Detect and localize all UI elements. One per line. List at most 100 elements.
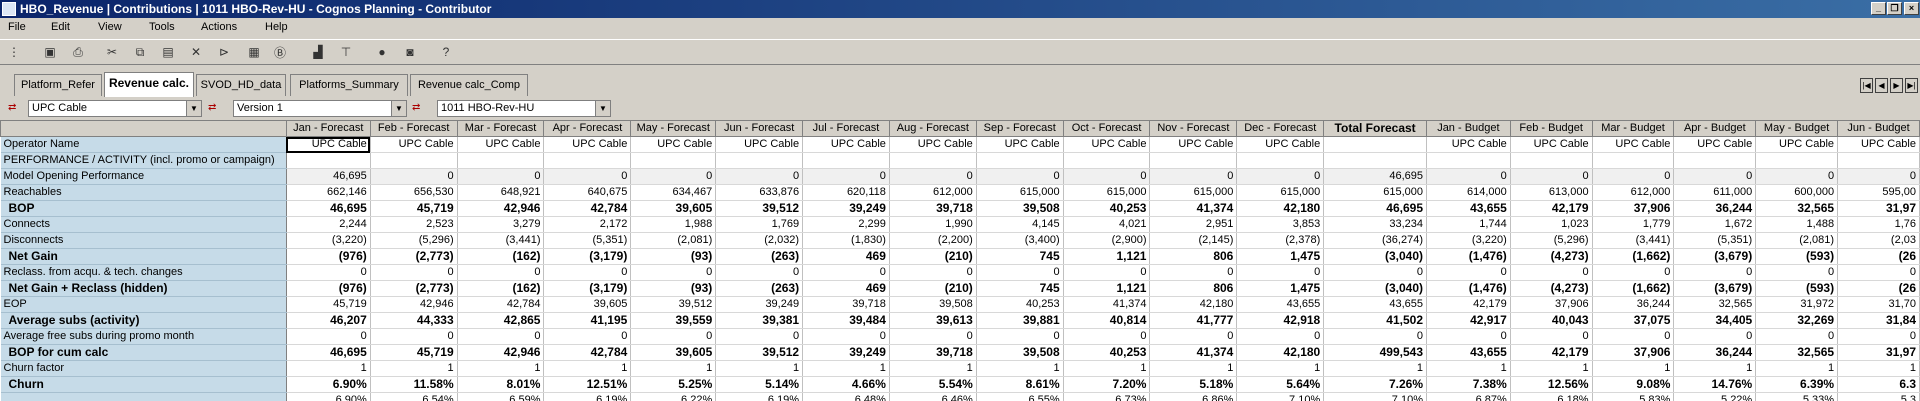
- data-cell[interactable]: 39,881: [976, 313, 1063, 329]
- data-cell[interactable]: 1: [631, 361, 716, 377]
- data-cell[interactable]: 0: [544, 329, 631, 345]
- column-header[interactable]: Mar - Budget: [1592, 121, 1674, 137]
- data-cell[interactable]: UPC Cable: [1838, 137, 1920, 153]
- data-cell[interactable]: UPC Cable: [370, 137, 457, 153]
- data-cell[interactable]: 648,921: [457, 185, 544, 201]
- data-cell[interactable]: (2,03: [1838, 233, 1920, 249]
- column-header[interactable]: Sep - Forecast: [976, 121, 1063, 137]
- data-cell[interactable]: 0: [1324, 329, 1427, 345]
- data-cell[interactable]: 39,718: [803, 297, 890, 313]
- data-cell[interactable]: (3,040): [1324, 249, 1427, 265]
- data-cell[interactable]: (162): [457, 249, 544, 265]
- data-cell[interactable]: 7.38%: [1427, 377, 1511, 393]
- data-cell[interactable]: 613,000: [1510, 185, 1592, 201]
- data-cell[interactable]: 806: [1150, 249, 1237, 265]
- data-cell[interactable]: 9.08%: [1592, 377, 1674, 393]
- data-cell[interactable]: (3,179): [544, 249, 631, 265]
- data-cell[interactable]: 33,234: [1324, 217, 1427, 233]
- data-cell[interactable]: 0: [1838, 169, 1920, 185]
- data-cell[interactable]: 1,990: [889, 217, 976, 233]
- data-cell[interactable]: 7.20%: [1063, 377, 1150, 393]
- data-cell[interactable]: 1,744: [1427, 217, 1511, 233]
- data-cell[interactable]: (3,040): [1324, 281, 1427, 297]
- data-cell[interactable]: 4.66%: [803, 377, 890, 393]
- data-cell[interactable]: UPC Cable: [716, 137, 803, 153]
- data-cell[interactable]: (3,179): [544, 281, 631, 297]
- column-header[interactable]: Nov - Forecast: [1150, 121, 1237, 137]
- column-header[interactable]: Total Forecast: [1324, 121, 1427, 137]
- save-icon[interactable]: ▣: [42, 44, 58, 60]
- data-cell[interactable]: 469: [803, 281, 890, 297]
- platform-select[interactable]: UPC Cable ▼: [28, 100, 202, 117]
- column-header[interactable]: Dec - Forecast: [1237, 121, 1324, 137]
- data-cell[interactable]: 0: [976, 329, 1063, 345]
- data-cell[interactable]: (263): [716, 281, 803, 297]
- data-cell[interactable]: (3,220): [286, 233, 370, 249]
- data-cell[interactable]: (2,081): [1756, 233, 1838, 249]
- data-cell[interactable]: 6.90%: [286, 377, 370, 393]
- column-header[interactable]: Apr - Forecast: [544, 121, 631, 137]
- data-cell[interactable]: 1,76: [1838, 217, 1920, 233]
- data-cell[interactable]: [1592, 153, 1674, 169]
- data-cell[interactable]: 0: [1674, 169, 1756, 185]
- data-cell[interactable]: 0: [976, 265, 1063, 281]
- tag-icon[interactable]: ⊳: [216, 44, 232, 60]
- data-cell[interactable]: 45,719: [286, 297, 370, 313]
- data-cell[interactable]: (2,900): [1063, 233, 1150, 249]
- data-cell[interactable]: (976): [286, 249, 370, 265]
- data-cell[interactable]: (36,274): [1324, 233, 1427, 249]
- restore-button[interactable]: ❐: [1887, 2, 1902, 15]
- data-cell[interactable]: 31,97: [1838, 201, 1920, 217]
- data-cell[interactable]: 43,655: [1427, 345, 1511, 361]
- data-cell[interactable]: (3,679): [1674, 249, 1756, 265]
- data-cell[interactable]: 39,512: [631, 297, 716, 313]
- data-cell[interactable]: 620,118: [803, 185, 890, 201]
- data-cell[interactable]: 14.76%: [1674, 377, 1756, 393]
- column-header[interactable]: Mar - Forecast: [457, 121, 544, 137]
- data-cell[interactable]: [1237, 153, 1324, 169]
- chevron-down-icon[interactable]: ▼: [186, 101, 201, 116]
- data-cell[interactable]: 39,559: [631, 313, 716, 329]
- data-cell[interactable]: 0: [716, 169, 803, 185]
- data-cell[interactable]: UPC Cable: [631, 137, 716, 153]
- column-header[interactable]: Apr - Budget: [1674, 121, 1756, 137]
- data-cell[interactable]: 1: [1324, 361, 1427, 377]
- data-cell[interactable]: 36,244: [1592, 297, 1674, 313]
- data-cell[interactable]: UPC Cable: [544, 137, 631, 153]
- data-cell[interactable]: UPC Cable: [1510, 137, 1592, 153]
- drag-handle-icon[interactable]: ⋮: [6, 44, 22, 60]
- data-cell[interactable]: (5,296): [370, 233, 457, 249]
- data-cell[interactable]: 3,853: [1237, 217, 1324, 233]
- data-cell[interactable]: 42,946: [457, 201, 544, 217]
- record-icon[interactable]: ●: [374, 44, 390, 60]
- data-cell[interactable]: (210): [889, 249, 976, 265]
- data-cell[interactable]: 0: [889, 265, 976, 281]
- menu-help[interactable]: Help: [265, 21, 288, 33]
- data-cell[interactable]: 745: [976, 249, 1063, 265]
- tab-svod-hd-data[interactable]: SVOD_HD_data: [196, 74, 286, 96]
- camera-icon[interactable]: ◙: [402, 44, 418, 60]
- data-cell[interactable]: 41,374: [1150, 201, 1237, 217]
- data-cell[interactable]: [1324, 153, 1427, 169]
- data-cell[interactable]: 42,784: [544, 345, 631, 361]
- data-cell[interactable]: (2,200): [889, 233, 976, 249]
- data-cell[interactable]: (162): [457, 281, 544, 297]
- data-cell[interactable]: 1: [1427, 361, 1511, 377]
- filter-icon[interactable]: ⊤: [338, 44, 354, 60]
- data-cell[interactable]: 46,695: [1324, 169, 1427, 185]
- data-cell[interactable]: 1,769: [716, 217, 803, 233]
- data-cell[interactable]: 32,565: [1756, 201, 1838, 217]
- data-cell[interactable]: 0: [976, 169, 1063, 185]
- data-cell[interactable]: UPC Cable: [1237, 137, 1324, 153]
- data-cell[interactable]: 6.39%: [1756, 377, 1838, 393]
- data-cell[interactable]: 39,605: [544, 297, 631, 313]
- data-cell[interactable]: 0: [1063, 169, 1150, 185]
- data-cell[interactable]: 46,695: [286, 169, 370, 185]
- data-cell[interactable]: 0: [1237, 265, 1324, 281]
- data-cell[interactable]: [544, 153, 631, 169]
- data-cell[interactable]: 1: [889, 361, 976, 377]
- data-cell[interactable]: 42,784: [457, 297, 544, 313]
- data-cell[interactable]: 0: [1838, 329, 1920, 345]
- data-cell[interactable]: 42,179: [1510, 345, 1592, 361]
- data-cell[interactable]: 0: [1756, 169, 1838, 185]
